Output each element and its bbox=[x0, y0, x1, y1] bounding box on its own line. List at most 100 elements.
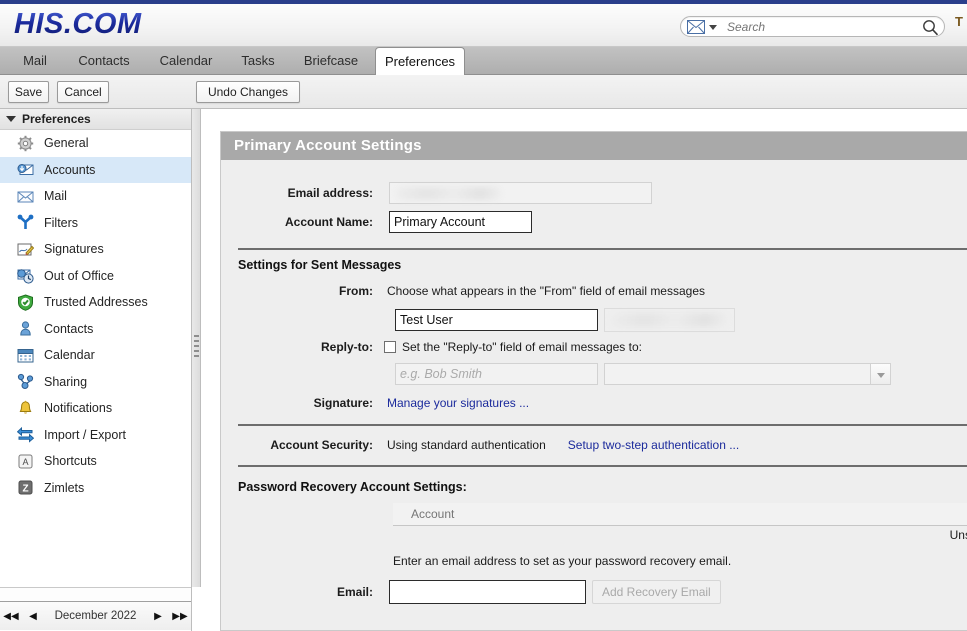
email-address-row: Email address: bbox=[221, 182, 961, 204]
account-name-input[interactable] bbox=[389, 211, 532, 233]
double-left-arrow-icon[interactable]: ◀◀ bbox=[0, 611, 22, 622]
sidebar-item-label: Contacts bbox=[44, 321, 94, 336]
sidebar-item-trusted-addresses[interactable]: Trusted Addresses bbox=[0, 289, 191, 316]
accounts-icon bbox=[17, 161, 34, 178]
preferences-sidebar: Preferences General Accounts Mail Filter… bbox=[0, 109, 192, 587]
signature-label: Signature: bbox=[313, 396, 373, 410]
right-arrow-icon[interactable]: ▶ bbox=[147, 611, 169, 622]
sidebar-item-label: Mail bbox=[44, 189, 67, 204]
undo-changes-button[interactable]: Undo Changes bbox=[196, 81, 300, 103]
primary-account-settings-panel: Primary Account Settings Email address: … bbox=[220, 131, 967, 631]
setup-two-step-authentication-link[interactable]: Setup two-step authentication ... bbox=[568, 438, 739, 452]
status-badge: Unset bbox=[949, 528, 967, 542]
divider-2 bbox=[238, 424, 967, 426]
reply-to-name-input[interactable] bbox=[395, 363, 598, 385]
sidebar-item-out-of-office[interactable]: Out of Office bbox=[0, 263, 191, 290]
import-export-icon bbox=[16, 426, 35, 443]
account-security-value: Using standard authentication bbox=[387, 438, 546, 452]
double-right-arrow-icon[interactable]: ▶▶ bbox=[169, 611, 191, 622]
left-arrow-icon[interactable]: ◀ bbox=[22, 611, 44, 622]
sidebar-item-label: Import / Export bbox=[44, 427, 126, 442]
mini-calendar-nav: ◀◀ ◀ December 2022 ▶ ▶▶ bbox=[0, 601, 191, 630]
from-address-select[interactable] bbox=[604, 308, 735, 332]
chevron-down-icon[interactable] bbox=[870, 364, 890, 384]
sidebar-item-notifications[interactable]: Notifications bbox=[0, 395, 191, 422]
sidebar-item-sharing[interactable]: Sharing bbox=[0, 369, 191, 396]
password-recovery-section-heading: Password Recovery Account Settings: bbox=[238, 480, 467, 494]
signature-row: Signature: Manage your signatures ... bbox=[221, 396, 961, 410]
divider-1 bbox=[238, 248, 967, 250]
chevron-down-icon[interactable] bbox=[709, 25, 717, 30]
sidebar-header-label: Preferences bbox=[22, 111, 91, 126]
sidebar-item-label: Zimlets bbox=[44, 480, 85, 495]
search-input[interactable] bbox=[725, 19, 915, 35]
search-bar[interactable] bbox=[680, 16, 945, 37]
from-label: From: bbox=[339, 284, 373, 298]
email-address-field[interactable] bbox=[389, 182, 652, 204]
keyboard-key-icon: A bbox=[17, 453, 34, 470]
sidebar-item-general[interactable]: General bbox=[0, 130, 191, 157]
sidebar-item-zimlets[interactable]: Z Zimlets bbox=[0, 475, 191, 502]
account-name-label: Account Name: bbox=[284, 215, 373, 229]
page-title: Primary Account Settings bbox=[221, 132, 967, 160]
table-row[interactable]: Unset bbox=[393, 528, 967, 542]
from-row: From: Choose what appears in the "From" … bbox=[221, 284, 961, 298]
reply-to-checkbox[interactable] bbox=[384, 341, 396, 353]
sidebar-item-filters[interactable]: Filters bbox=[0, 210, 191, 237]
tab-mail[interactable]: Mail bbox=[8, 47, 62, 75]
main-tab-bar: Mail Contacts Calendar Tasks Briefcase P… bbox=[0, 47, 967, 76]
sidebar-item-shortcuts[interactable]: A Shortcuts bbox=[0, 448, 191, 475]
sidebar-item-label: Notifications bbox=[44, 401, 113, 416]
email-address-label: Email address: bbox=[287, 186, 373, 200]
calendar-icon bbox=[17, 347, 34, 364]
filter-icon bbox=[17, 214, 34, 231]
tab-contacts[interactable]: Contacts bbox=[66, 47, 142, 75]
zimlet-z-icon: Z bbox=[17, 479, 34, 496]
tab-preferences[interactable]: Preferences bbox=[375, 47, 465, 76]
sidebar-item-contacts[interactable]: Contacts bbox=[0, 316, 191, 343]
envelope-icon[interactable] bbox=[687, 20, 705, 34]
sidebar-item-accounts[interactable]: Accounts bbox=[0, 156, 191, 183]
save-button[interactable]: Save bbox=[8, 81, 49, 103]
preferences-content: Primary Account Settings Email address: … bbox=[202, 109, 967, 631]
manage-signatures-link[interactable]: Manage your signatures ... bbox=[387, 396, 529, 410]
tab-tasks[interactable]: Tasks bbox=[230, 47, 286, 75]
sidebar-header[interactable]: Preferences bbox=[0, 109, 191, 130]
account-security-label: Account Security: bbox=[270, 438, 373, 452]
sidebar-item-mail[interactable]: Mail bbox=[0, 183, 191, 210]
tab-calendar[interactable]: Calendar bbox=[146, 47, 226, 75]
sidebar-splitter[interactable] bbox=[192, 109, 201, 587]
header-right-truncated-text: T bbox=[955, 14, 963, 29]
from-address-redacted-value bbox=[610, 313, 728, 327]
gear-icon bbox=[17, 135, 34, 152]
sidebar-item-calendar[interactable]: Calendar bbox=[0, 342, 191, 369]
reply-to-row: Reply-to: Set the "Reply-to" field of em… bbox=[221, 340, 961, 354]
sidebar-item-import-export[interactable]: Import / Export bbox=[0, 422, 191, 449]
mini-calendar: ◀◀ ◀ December 2022 ▶ ▶▶ bbox=[0, 587, 192, 631]
sidebar-item-label: Accounts bbox=[44, 162, 96, 177]
chevron-down-icon[interactable] bbox=[6, 116, 16, 122]
recovery-table-col-account: Account bbox=[411, 507, 455, 521]
envelope-icon bbox=[17, 188, 34, 205]
recovery-email-input[interactable] bbox=[389, 580, 586, 604]
shield-check-icon bbox=[17, 294, 34, 311]
search-icon[interactable] bbox=[922, 19, 939, 36]
sidebar-item-label: Shortcuts bbox=[44, 454, 97, 469]
sidebar-item-signatures[interactable]: Signatures bbox=[0, 236, 191, 263]
sent-messages-section-heading: Settings for Sent Messages bbox=[238, 258, 402, 272]
sidebar-item-label: Trusted Addresses bbox=[44, 295, 148, 310]
reply-to-address-select[interactable] bbox=[604, 363, 891, 385]
from-hint: Choose what appears in the "From" field … bbox=[387, 284, 706, 298]
cancel-button[interactable]: Cancel bbox=[57, 81, 109, 103]
sidebar-item-label: Filters bbox=[44, 215, 79, 230]
add-recovery-email-button[interactable]: Add Recovery Email bbox=[592, 580, 721, 604]
account-security-row: Account Security: Using standard authent… bbox=[221, 438, 961, 452]
tab-briefcase[interactable]: Briefcase bbox=[290, 47, 372, 75]
signature-pencil-icon bbox=[17, 241, 35, 258]
sidebar-item-label: Out of Office bbox=[44, 268, 114, 283]
sidebar-item-label: Sharing bbox=[44, 374, 88, 389]
recovery-email-label: Email: bbox=[336, 585, 373, 599]
from-display-name-input[interactable] bbox=[395, 309, 598, 331]
brand-logo: HIS.COM bbox=[14, 8, 142, 40]
sidebar-item-label: General bbox=[44, 136, 89, 151]
